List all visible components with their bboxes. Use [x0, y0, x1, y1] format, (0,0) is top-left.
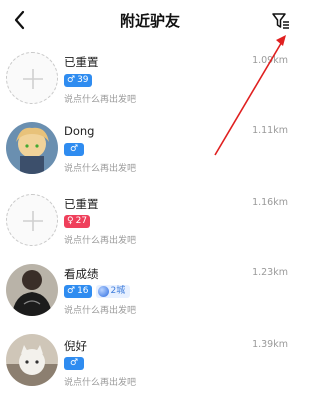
gender-badge: ♂ [64, 143, 85, 156]
plus-icon [23, 69, 43, 89]
user-name: 倪好 [64, 339, 87, 353]
top-bar: 附近驴友 [0, 0, 300, 40]
gender-age-badge: ♂ 16 [64, 285, 92, 298]
list-item[interactable]: 已重置 1.09km ♂ 39 说点什么再出发吧 [0, 44, 300, 116]
gender-age-badge: ♀ 27 [64, 215, 91, 228]
male-icon: ♂ [67, 75, 76, 85]
user-distance: 1.16km [252, 197, 288, 208]
city-badge: 2城 [95, 285, 131, 298]
list-item[interactable]: Dong 1.11km ♂ 说点什么再出发吧 [0, 116, 300, 188]
list-item[interactable]: 看成绩 1.23km ♂ 16 2城 说点什么再出发吧 [0, 260, 300, 332]
male-icon: ♂ [70, 358, 79, 368]
globe-icon [97, 286, 109, 297]
female-icon: ♀ [67, 216, 74, 226]
user-distance: 1.09km [252, 55, 288, 66]
male-icon: ♂ [70, 144, 79, 154]
user-badges: ♂ 39 [64, 74, 92, 87]
page-title: 附近驴友 [119, 12, 180, 30]
avatar-placeholder [6, 194, 58, 246]
avatar-placeholder [6, 52, 58, 104]
user-badges: ♂ [64, 143, 85, 156]
user-badges: ♂ 16 2城 [64, 285, 131, 298]
user-status: 说点什么再出发吧 [64, 164, 137, 174]
age-text: 27 [75, 216, 88, 226]
user-status: 说点什么再出发吧 [64, 378, 137, 388]
user-status: 说点什么再出发吧 [64, 306, 137, 316]
list-item[interactable]: 已重置 1.16km ♀ 27 说点什么再出发吧 [0, 188, 300, 260]
user-name: 已重置 [64, 197, 99, 211]
gender-age-badge: ♂ 39 [64, 74, 92, 87]
plus-icon [23, 211, 43, 231]
user-badges: ♂ [64, 357, 85, 370]
user-name: 看成绩 [64, 267, 99, 281]
user-name: 已重置 [64, 55, 99, 69]
age-text: 16 [77, 286, 89, 296]
user-status: 说点什么再出发吧 [64, 95, 137, 105]
city-count: 2城 [110, 286, 126, 296]
user-distance: 1.11km [252, 125, 288, 136]
filter-icon[interactable] [270, 10, 292, 32]
user-badges: ♀ 27 [64, 215, 91, 228]
avatar [6, 264, 58, 316]
avatar [6, 334, 58, 386]
age-text: 39 [77, 75, 89, 85]
avatar [6, 122, 58, 174]
list-item[interactable]: 倪好 1.39km ♂ 说点什么再出发吧 [0, 332, 300, 404]
gender-badge: ♂ [64, 357, 85, 370]
user-name: Dong [64, 124, 95, 138]
user-distance: 1.39km [252, 339, 288, 350]
user-status: 说点什么再出发吧 [64, 236, 137, 246]
male-icon: ♂ [67, 286, 76, 296]
user-distance: 1.23km [252, 267, 288, 278]
